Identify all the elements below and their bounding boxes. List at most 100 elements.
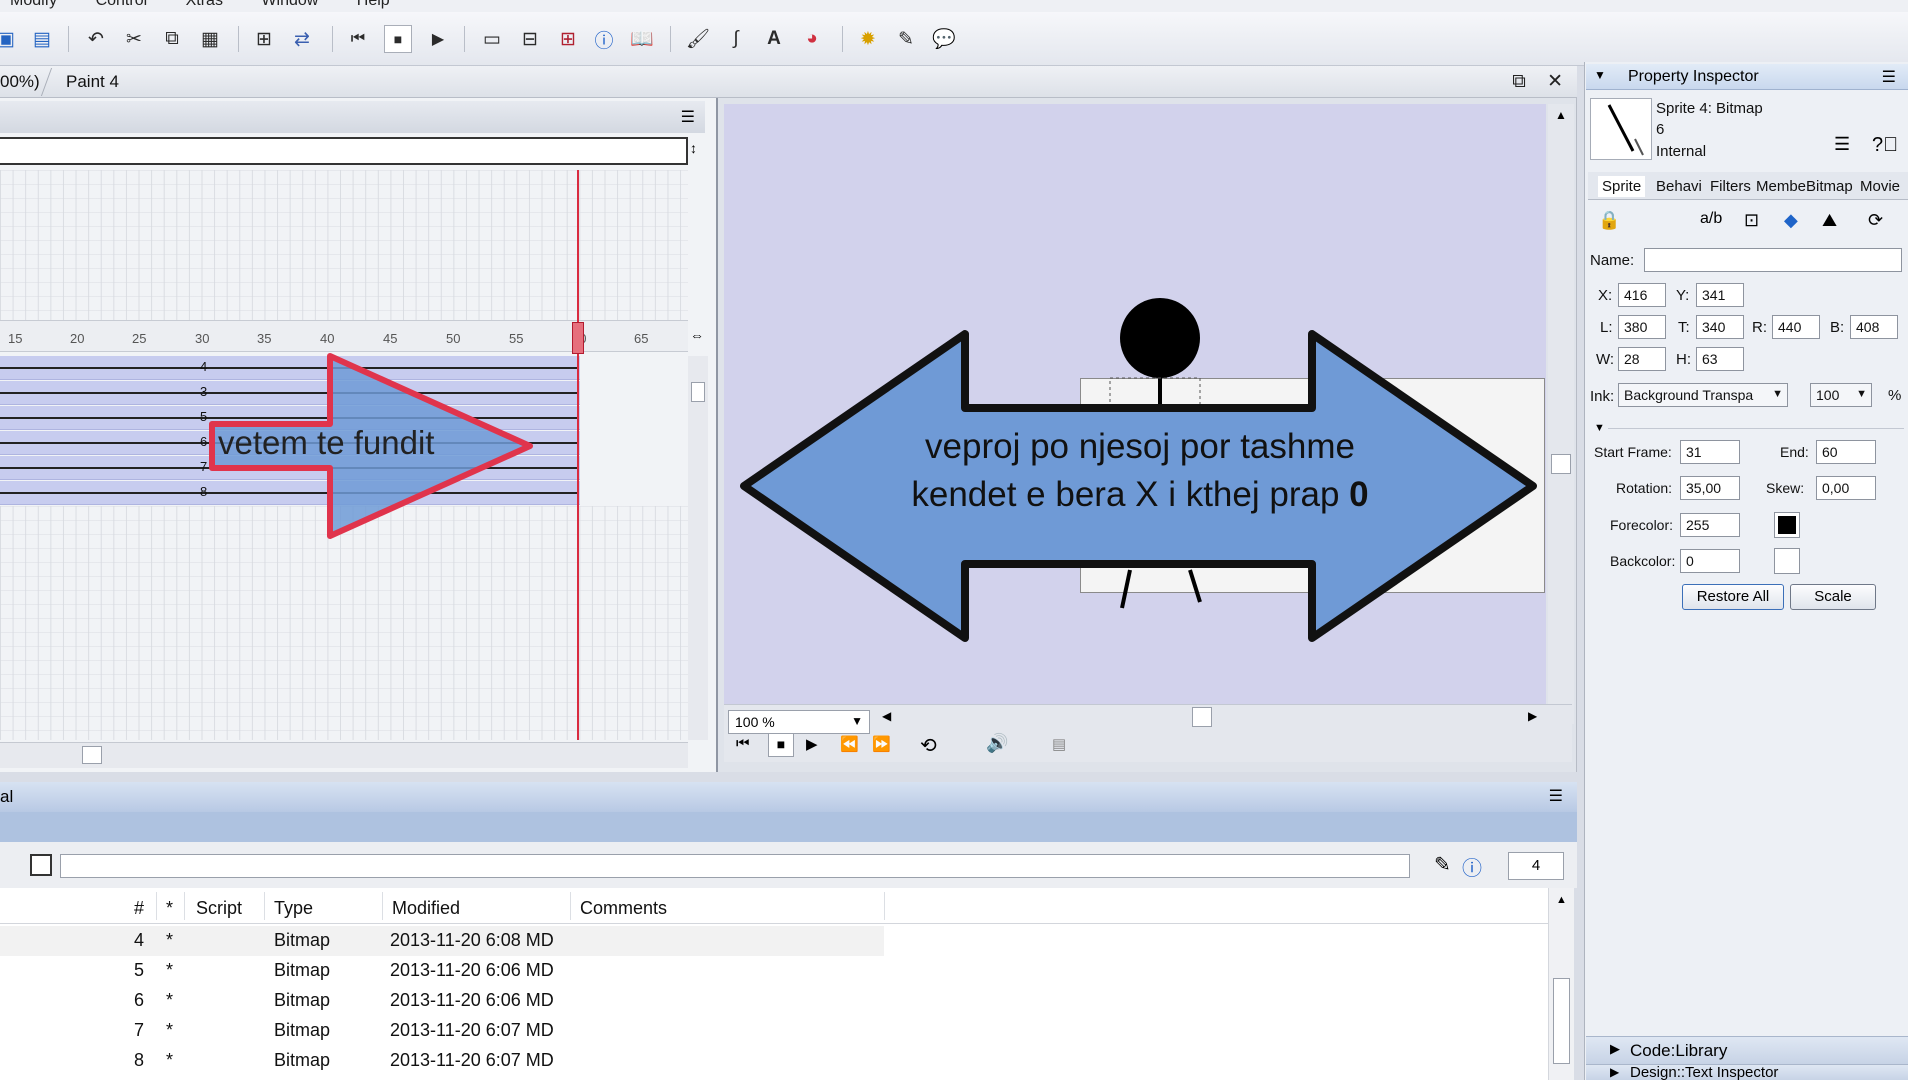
ab-icon[interactable]: a/b <box>1700 210 1722 228</box>
loop-icon[interactable]: ⟲ <box>920 733 937 758</box>
cast-props-icon[interactable]: ✎ <box>1434 852 1451 877</box>
grid-icon[interactable]: ▤ <box>1052 735 1066 753</box>
tab-movie[interactable]: Movie <box>1860 178 1900 195</box>
play-icon[interactable]: ▶ <box>424 25 452 53</box>
tab-member[interactable]: Membe <box>1756 178 1806 195</box>
top-field[interactable]: 340 <box>1696 315 1744 339</box>
paste-icon[interactable]: ▦ <box>196 25 224 53</box>
stage-icon[interactable]: ▭ <box>478 25 506 53</box>
find-icon[interactable]: ⊞ <box>250 25 278 53</box>
ink-select[interactable]: Background Transpa ▼ <box>1618 383 1788 407</box>
forecolor-chip[interactable] <box>1774 512 1800 538</box>
cut-icon[interactable]: ✂ <box>120 25 148 53</box>
forecolor-field[interactable]: 255 <box>1680 513 1740 537</box>
script-icon[interactable]: ✎ <box>892 25 920 53</box>
scroll-thumb[interactable] <box>1553 978 1570 1064</box>
property-inspector-header[interactable]: ▼ Property Inspector ☰ <box>1586 64 1908 90</box>
cast-panel-header[interactable]: al ☰ <box>0 782 1577 812</box>
lock-icon[interactable]: 🔒 <box>1598 210 1620 231</box>
color-icon[interactable]: ◕ <box>798 25 826 53</box>
menu-xtras[interactable]: Xtras <box>186 0 223 9</box>
table-row[interactable]: 7 * Bitmap 2013-11-20 6:07 MD <box>0 1016 1560 1046</box>
rewind-icon[interactable]: ⏮ <box>736 735 750 752</box>
col-number[interactable]: # <box>134 898 144 919</box>
cast-name-field[interactable] <box>60 854 1410 878</box>
undo-icon[interactable]: ↶ <box>82 25 110 53</box>
save-all-icon[interactable]: ▤ <box>28 25 56 53</box>
x-field[interactable]: 416 <box>1618 283 1666 307</box>
score-scrollbar-vertical[interactable] <box>688 356 708 740</box>
refresh-icon[interactable]: ⟳ <box>1868 210 1883 231</box>
restore-all-button[interactable]: Restore All <box>1682 584 1784 610</box>
tab-bitmap[interactable]: Bitmap <box>1806 178 1853 195</box>
menu-window[interactable]: Window <box>261 0 318 9</box>
bottom-field[interactable]: 408 <box>1850 315 1898 339</box>
table-row[interactable]: 6 * Bitmap 2013-11-20 6:06 MD <box>0 986 1560 1016</box>
playhead[interactable] <box>577 170 579 740</box>
scroll-left-icon[interactable]: ◀ <box>882 709 891 723</box>
tab-zoom[interactable]: 00%) <box>0 72 40 92</box>
save-icon[interactable]: ▣ <box>0 25 20 53</box>
scroll-right-icon[interactable]: ▶ <box>1528 709 1537 723</box>
tab-behavior[interactable]: Behavi <box>1656 178 1702 195</box>
scroll-up-icon[interactable]: ▲ <box>1556 894 1567 906</box>
tab-paint-4[interactable]: Paint 4 <box>66 72 119 92</box>
rotation-field[interactable]: 35,00 <box>1680 476 1740 500</box>
cast-member-number[interactable]: 4 <box>1508 852 1564 880</box>
cast-view-icon[interactable] <box>30 854 52 876</box>
copy-icon[interactable]: ⧉ <box>158 25 186 53</box>
stage-scroll-thumb[interactable] <box>1192 707 1212 727</box>
start-frame-field[interactable]: 31 <box>1680 440 1740 464</box>
playhead-handle[interactable] <box>572 322 584 354</box>
step-back-icon[interactable]: ⏪ <box>840 735 859 753</box>
col-type[interactable]: Type <box>274 898 313 919</box>
table-row[interactable]: 4 * Bitmap 2013-11-20 6:08 MD <box>0 926 884 956</box>
design-panel[interactable]: ▶ Design::Text Inspector <box>1586 1064 1908 1080</box>
cast-scrollbar[interactable]: ▲ <box>1548 888 1574 1080</box>
right-field[interactable]: 440 <box>1772 315 1820 339</box>
name-field[interactable] <box>1644 248 1902 272</box>
section-collapse-icon[interactable]: ▼ <box>1594 422 1605 434</box>
stop-icon[interactable]: ■ <box>384 25 412 53</box>
moveable-icon[interactable]: ◆ <box>1784 210 1798 231</box>
chat-icon[interactable]: 💬 <box>930 25 958 53</box>
close-window-icon[interactable]: ✕ <box>1547 71 1563 92</box>
stop-icon[interactable]: ■ <box>768 733 794 757</box>
tab-filters[interactable]: Filters <box>1710 178 1751 195</box>
end-frame-field[interactable]: 60 <box>1816 440 1876 464</box>
editable-icon[interactable]: ⊡ <box>1744 210 1759 231</box>
col-comments[interactable]: Comments <box>580 898 667 919</box>
brush-icon[interactable]: 🖌 <box>684 25 712 53</box>
zoom-select[interactable]: 100 % ▼ <box>728 710 870 734</box>
table-row[interactable]: 5 * Bitmap 2013-11-20 6:06 MD <box>0 956 1560 986</box>
left-field[interactable]: 380 <box>1618 315 1666 339</box>
score-icon[interactable]: ⊟ <box>516 25 544 53</box>
rewind-icon[interactable]: ⏮ <box>344 25 372 53</box>
cast-icon[interactable]: ⊞ <box>554 25 582 53</box>
y-field[interactable]: 341 <box>1696 283 1744 307</box>
score-grid-top[interactable] <box>0 170 688 320</box>
book-icon[interactable]: 📖 <box>628 25 656 53</box>
backcolor-chip[interactable] <box>1774 548 1800 574</box>
panel-menu-icon[interactable]: ☰ <box>1549 786 1563 806</box>
panel-menu-icon[interactable]: ☰ <box>1882 67 1896 87</box>
menu-help[interactable]: Help <box>357 0 390 9</box>
line-icon[interactable]: ∫ <box>722 25 750 53</box>
col-script[interactable]: Script <box>196 898 242 919</box>
play-icon[interactable]: ▶ <box>806 735 818 753</box>
expand-icon[interactable]: ↕ <box>690 140 697 156</box>
trails-icon[interactable]: ⛰ <box>1822 210 1837 231</box>
tab-sprite[interactable]: Sprite <box>1598 176 1646 197</box>
text-icon[interactable]: A <box>760 25 788 53</box>
info-icon[interactable]: ⓘ <box>590 25 618 53</box>
skew-field[interactable]: 0,00 <box>1816 476 1876 500</box>
score-tempo-channel[interactable] <box>0 137 688 165</box>
menu-modify[interactable]: Modify <box>10 0 57 9</box>
table-row[interactable]: 8 * Bitmap 2013-11-20 6:07 MD <box>0 1046 1560 1076</box>
width-field[interactable]: 28 <box>1618 347 1666 371</box>
score-menu-icon[interactable]: ☰ <box>681 107 695 127</box>
collapse-icon[interactable]: ▼ <box>1594 68 1606 82</box>
info-icon[interactable]: ⓘ <box>1462 852 1482 881</box>
col-star[interactable]: * <box>166 898 173 919</box>
zoom-ruler-icon[interactable]: ⇔ <box>690 327 704 343</box>
